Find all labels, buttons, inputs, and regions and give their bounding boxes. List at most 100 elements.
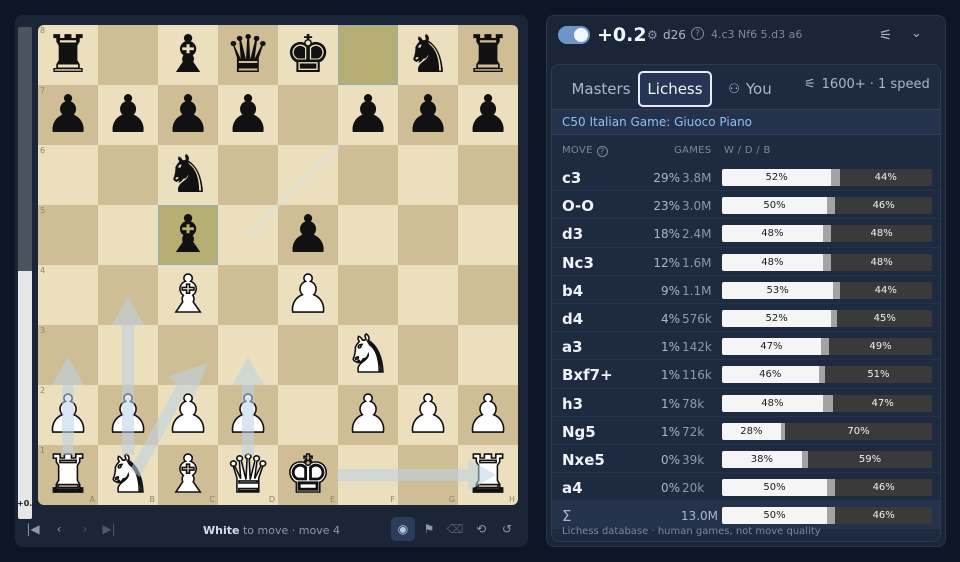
square-c1[interactable]: ♝ C [158,445,218,505]
piece-black-p[interactable]: ♟ [285,209,332,261]
move-row[interactable]: Bxf7+ 1% 116k 46% 51% [552,360,940,389]
piece-white-r[interactable]: ♜ [464,448,512,502]
tab-lichess[interactable]: Lichess [638,71,712,107]
square-h3[interactable] [458,325,518,385]
square-h6[interactable] [458,145,518,205]
move-row[interactable]: a3 1% 142k 47% 49% [552,332,940,361]
square-g5[interactable] [398,205,458,265]
square-c8[interactable]: ♝ [158,25,218,85]
flag-icon[interactable]: ⚑ [417,517,441,541]
square-e3[interactable] [278,325,338,385]
move-row[interactable]: d3 18% 2.4M 48% 48% [552,219,940,248]
square-e1[interactable]: ♚ E [278,445,338,505]
info-icon[interactable]: ? [691,27,704,40]
square-a5[interactable]: 5 [38,205,98,265]
square-d4[interactable] [218,265,278,325]
reset-icon[interactable]: ↺ [495,517,519,541]
move-row[interactable]: b4 9% 1.1M 53% 44% [552,276,940,304]
square-g3[interactable] [398,325,458,385]
piece-white-r[interactable]: ♜ [44,448,92,502]
piece-black-p[interactable]: ♟ [405,89,452,141]
eraser-icon[interactable]: ⌫ [443,517,467,541]
engine-toggle[interactable] [558,26,590,44]
square-f1[interactable]: F [338,445,398,505]
square-f2[interactable]: ♟ [338,385,398,445]
square-e8[interactable]: ♚ [278,25,338,85]
piece-white-p[interactable]: ♟ [224,388,272,442]
square-b4[interactable] [98,265,158,325]
piece-white-q[interactable]: ♛ [224,448,272,502]
square-e5[interactable]: ♟ [278,205,338,265]
square-e4[interactable]: ♟ [278,265,338,325]
square-a3[interactable]: 3 [38,325,98,385]
square-h4[interactable] [458,265,518,325]
piece-white-b[interactable]: ♝ [164,268,212,322]
square-d6[interactable] [218,145,278,205]
square-d5[interactable] [218,205,278,265]
piece-black-r[interactable]: ♜ [45,29,92,81]
square-a1[interactable]: ♜ 1 A [38,445,98,505]
square-h2[interactable]: ♟ [458,385,518,445]
piece-black-b[interactable]: ♝ [165,29,212,81]
piece-black-p[interactable]: ♟ [165,89,212,141]
move-row[interactable]: Ng5 1% 72k 28% 70% [552,417,940,445]
square-f7[interactable]: ♟ [338,85,398,145]
move-row[interactable]: Nc3 12% 1.6M 48% 48% [552,248,940,276]
square-a2[interactable]: ♟ 2 [38,385,98,445]
square-g4[interactable] [398,265,458,325]
piece-black-p[interactable]: ♟ [345,89,392,141]
square-c7[interactable]: ♟ [158,85,218,145]
square-e6[interactable] [278,145,338,205]
eye-icon[interactable]: ◉ [391,517,415,541]
piece-black-n[interactable]: ♞ [405,29,452,81]
square-c2[interactable]: ♟ [158,385,218,445]
square-e2[interactable] [278,385,338,445]
square-d2[interactable]: ♟ [218,385,278,445]
move-row[interactable]: c3 29% 3.8M 52% 44% [552,163,940,192]
square-d7[interactable]: ♟ [218,85,278,145]
square-d3[interactable] [218,325,278,385]
tab-you[interactable]: ⚇ You [716,71,784,107]
help-icon[interactable]: ? [596,146,608,157]
move-row[interactable]: O-O 23% 3.0M 50% 46% [552,191,940,220]
piece-white-n[interactable]: ♞ [344,328,392,382]
square-g1[interactable]: G [398,445,458,505]
piece-white-p[interactable]: ♟ [44,388,92,442]
square-h7[interactable]: ♟ [458,85,518,145]
move-row[interactable]: a4 0% 20k 50% 46% [552,473,940,502]
square-g6[interactable] [398,145,458,205]
engine-pv[interactable]: 4.c3 Nf6 5.d3 a6 [711,28,802,41]
square-h5[interactable] [458,205,518,265]
piece-white-k[interactable]: ♚ [284,448,332,502]
tab-masters[interactable]: Masters [562,71,640,107]
move-row[interactable]: h3 1% 78k 48% 47% [552,389,940,417]
piece-black-p[interactable]: ♟ [465,89,512,141]
square-b1[interactable]: ♞ B [98,445,158,505]
opening-name[interactable]: C50 Italian Game: Giuoco Piano [562,115,752,129]
piece-white-p[interactable]: ♟ [404,388,452,442]
rating-filter[interactable]: ⚟ 1600+ · 1 speed [804,77,930,92]
piece-white-p[interactable]: ♟ [164,388,212,442]
chess-board[interactable]: ♜ 8 ♝ ♛ ♚ ♞ ♜ ♟ 7 ♟ ♟ ♟ ♟ ♟ ♟ 6 ♞ 5 ♝ ♟ 4 ♝ ♟ 3 ♞ ♟ 2 ♟ ♟ ♟ ♟ ♟ ♟ ♜ 1 A ♞ B ♝ C… [38,25,518,505]
square-b5[interactable] [98,205,158,265]
square-a7[interactable]: ♟ 7 [38,85,98,145]
square-c5[interactable]: ♝ [158,205,218,265]
piece-white-p[interactable]: ♟ [464,388,512,442]
square-g8[interactable]: ♞ [398,25,458,85]
piece-black-p[interactable]: ♟ [105,89,152,141]
square-b8[interactable] [98,25,158,85]
chevron-down-icon[interactable]: ⌄ [911,26,922,41]
piece-black-n[interactable]: ♞ [165,149,212,201]
move-row[interactable]: d4 4% 576k 52% 45% [552,304,940,333]
piece-white-b[interactable]: ♝ [164,448,212,502]
piece-white-p[interactable]: ♟ [344,388,392,442]
square-a6[interactable]: 6 [38,145,98,205]
flip-icon[interactable]: ⟲ [469,517,493,541]
piece-white-p[interactable]: ♟ [104,388,152,442]
square-g7[interactable]: ♟ [398,85,458,145]
square-c6[interactable]: ♞ [158,145,218,205]
square-h8[interactable]: ♜ [458,25,518,85]
settings-icon[interactable]: ⚟ [879,26,892,44]
piece-black-r[interactable]: ♜ [465,29,512,81]
square-c4[interactable]: ♝ [158,265,218,325]
